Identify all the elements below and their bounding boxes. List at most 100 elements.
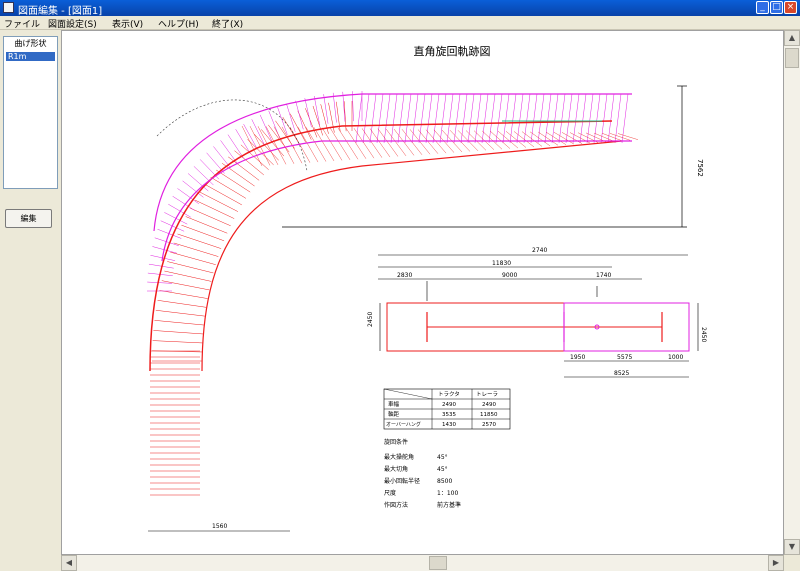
- spec-value: 1：100: [437, 490, 458, 497]
- sweep-line: [474, 93, 482, 144]
- spec-label: 尺度: [384, 489, 396, 497]
- sweep-line: [545, 131, 567, 145]
- sweep-line: [516, 93, 524, 144]
- table-cell: 11850: [480, 412, 498, 418]
- shape-list[interactable]: 曲げ形状 R1m: [3, 36, 58, 189]
- menu-bar: ファイル 図面設定(S) 表示(V) ヘルプ(H) 終了(X): [0, 16, 800, 30]
- sweep-line: [313, 95, 320, 126]
- dim-top-mid-label: 11830: [492, 260, 511, 267]
- sweep-line: [187, 173, 209, 192]
- sweep-line: [600, 93, 608, 144]
- sweep-line: [304, 98, 312, 128]
- dim-right-height-label: 2450: [700, 327, 707, 342]
- table-cell: 2490: [482, 402, 496, 408]
- sweep-line: [185, 216, 228, 234]
- menu-file[interactable]: ファイル: [4, 17, 40, 30]
- shape-list-item[interactable]: R1m: [6, 52, 55, 61]
- sweep-line: [295, 100, 304, 130]
- sweep-line: [544, 93, 552, 144]
- edit-button[interactable]: 編集: [5, 209, 52, 228]
- dim-right-vertical-label: 7562: [696, 159, 704, 177]
- horizontal-scroll-thumb[interactable]: [429, 556, 447, 570]
- sweep-line: [593, 132, 615, 142]
- sweep-line: [502, 93, 510, 144]
- sweep-line: [251, 119, 265, 146]
- scroll-down-button[interactable]: ▼: [784, 539, 800, 555]
- swept-path-drawing: 7562 2740 11830 2830 9000 1740 2450 2450…: [147, 85, 707, 532]
- sweep-line: [523, 93, 531, 144]
- sweep-line: [155, 310, 205, 317]
- horizontal-scrollbar[interactable]: ◀ ▶: [61, 555, 784, 571]
- sweep-line: [579, 93, 587, 144]
- sweep-line: [529, 131, 551, 147]
- sweep-line: [265, 126, 287, 165]
- sweep-line: [313, 127, 335, 162]
- scroll-up-button[interactable]: ▲: [784, 30, 800, 46]
- table-header-trailer: トレーラ: [476, 391, 498, 398]
- title-bar: 図面編集 - [図面1] _ □ ×: [0, 0, 800, 17]
- sweep-line: [147, 281, 173, 284]
- menu-drawing-settings[interactable]: 図面設定(S): [48, 17, 97, 30]
- menu-exit[interactable]: 終了(X): [212, 17, 243, 30]
- sweep-line: [159, 290, 208, 299]
- dim-bottom-width-label: 1560: [212, 523, 227, 530]
- sweep-line: [286, 103, 296, 132]
- sweep-line: [393, 128, 415, 156]
- dim-bottom-c-label: 1000: [668, 354, 683, 361]
- sweep-line: [216, 169, 251, 193]
- maximize-button[interactable]: □: [770, 1, 783, 14]
- sweep-line: [240, 144, 269, 170]
- sweep-line: [321, 127, 343, 161]
- sweep-line: [190, 207, 231, 227]
- sweep-line: [617, 133, 639, 140]
- sweep-line: [249, 126, 271, 166]
- sweep-line: [194, 199, 235, 219]
- sweep-line: [537, 131, 559, 146]
- sweep-line: [614, 93, 622, 144]
- sweep-line: [488, 93, 496, 144]
- sweep-line: [505, 131, 527, 148]
- dim-bottom-b-label: 5575: [617, 354, 632, 361]
- spec-value: 前方基準: [437, 501, 461, 509]
- sweep-line: [551, 93, 559, 144]
- sweep-line: [177, 233, 222, 249]
- close-button[interactable]: ×: [784, 1, 797, 14]
- sweep-line: [553, 132, 575, 145]
- sweep-line: [561, 132, 583, 144]
- drawing-canvas[interactable]: 直角旋回軌跡図 7562 2740 11830 2830 9000 1740 2…: [61, 30, 784, 555]
- sweep-line: [164, 270, 212, 282]
- sweep-line: [167, 261, 214, 274]
- sweep-line: [418, 93, 426, 144]
- dim-top-overall-label: 2740: [532, 247, 547, 254]
- specs-title: 旋回条件: [384, 438, 408, 446]
- dim-seg-c-label: 1740: [596, 272, 611, 279]
- sweep-line: [297, 110, 312, 140]
- menu-view[interactable]: 表示(V): [112, 17, 143, 30]
- shape-list-header: 曲げ形状: [14, 39, 47, 48]
- spec-value: 8500: [437, 478, 452, 485]
- sweep-line: [530, 93, 538, 144]
- dim-bottom-total-label: 8525: [614, 370, 629, 377]
- sweep-line: [473, 130, 495, 150]
- menu-help[interactable]: ヘルプ(H): [158, 17, 199, 30]
- dim-seg-a-label: 2830: [397, 272, 412, 279]
- vertical-scroll-thumb[interactable]: [785, 48, 799, 68]
- sweep-line: [193, 166, 214, 186]
- sweep-line: [609, 133, 631, 141]
- sweep-line: [170, 251, 216, 265]
- scroll-left-button[interactable]: ◀: [61, 555, 77, 571]
- sweep-line: [210, 176, 247, 199]
- scroll-right-button[interactable]: ▶: [768, 555, 784, 571]
- spec-label: 最大切角: [384, 465, 408, 473]
- sweep-line: [404, 93, 412, 144]
- sweep-line: [362, 93, 370, 144]
- table-row-label: 車幅: [388, 400, 400, 408]
- table-cell: 2570: [482, 422, 496, 428]
- path-magenta-inner: [161, 140, 632, 262]
- vertical-scrollbar[interactable]: ▲ ▼: [784, 30, 800, 555]
- swept-path-lines: [147, 91, 639, 496]
- table-cell: 2490: [442, 402, 456, 408]
- minimize-button[interactable]: _: [756, 1, 769, 14]
- table-cell: 1430: [442, 422, 456, 428]
- sweep-line: [173, 242, 219, 257]
